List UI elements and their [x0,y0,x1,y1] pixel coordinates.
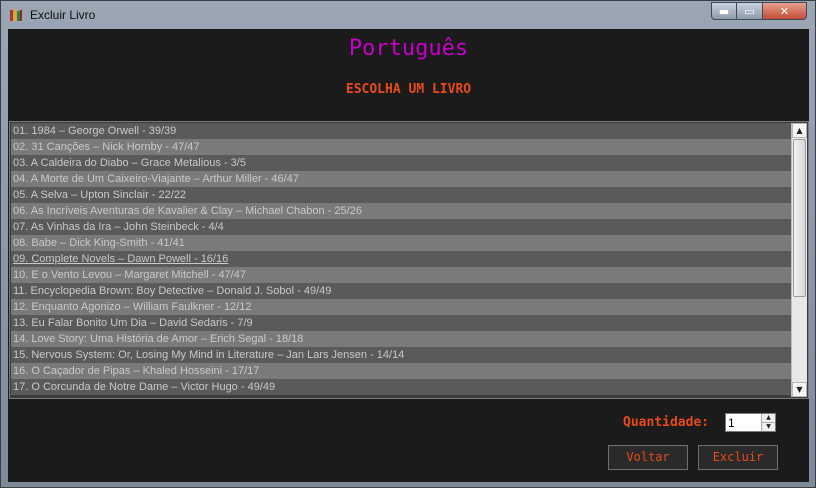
spin-up-arrow-icon[interactable]: ▲ [761,414,775,422]
minimize-button[interactable]: ▬ [711,2,737,20]
content-area: Português ESCOLHA UM LIVRO 01. 1984 – Ge… [8,29,809,482]
book-list-item-label: 09. Complete Novels – Dawn Powell - 16/1… [13,253,229,265]
book-list-item[interactable]: 02. 31 Canções – Nick Hornby - 47/47 [11,139,791,155]
page-subtitle: ESCOLHA UM LIVRO [345,82,472,97]
book-list[interactable]: 01. 1984 – George Orwell - 39/39 02. 31 C… [9,121,809,399]
book-list-item[interactable]: 07. As Vinhas da Ira – John Steinbeck - … [11,219,791,235]
window-controls: ▬ ▭ ✕ [711,2,807,21]
spin-down-arrow-icon[interactable]: ▼ [761,422,775,431]
scrollbar-thumb[interactable] [793,139,806,297]
book-list-item[interactable]: 05. A Selva – Upton Sinclair - 22/22 [11,187,791,203]
quantity-label: Quantidade: [623,415,710,430]
book-list-item-label: 11. Encyclopedia Brown: Boy Detective – … [13,285,332,297]
book-list-item[interactable]: 03. A Caldeira do Diabo – Grace Metaliou… [11,155,791,171]
maximize-button[interactable]: ▭ [737,2,763,20]
book-list-item-label: 06. As Incríveis Aventuras de Kavalier &… [13,205,362,217]
book-list-item-label: 05. A Selva – Upton Sinclair - 22/22 [13,189,187,201]
book-list-item-label: 03. A Caldeira do Diabo – Grace Metaliou… [13,157,246,169]
book-list-item[interactable]: 06. As Incríveis Aventuras de Kavalier &… [11,203,791,219]
close-button[interactable]: ✕ [763,2,807,20]
book-list-item[interactable]: 16. O Caçador de Pipas – Khaled Hosseini… [11,363,791,379]
book-list-item-label: 12. Enquanto Agonizo – William Faulkner … [13,301,252,313]
book-list-item[interactable]: 11. Encyclopedia Brown: Boy Detective – … [11,283,791,299]
book-list-item-label: 04. A Morte de Um Caixeiro-Viajante – Ar… [13,173,299,185]
page-title: Português [348,36,469,61]
book-list-item[interactable]: 04. A Morte de Um Caixeiro-Viajante – Ar… [11,171,791,187]
close-icon: ✕ [779,4,790,18]
minimize-icon: ▬ [718,4,730,18]
book-list-item-label: 13. Eu Falar Bonito Um Dia – David Sedar… [13,317,253,329]
quantity-input[interactable] [726,414,762,431]
book-list-item-label: 17. O Corcunda de Notre Dame – Victor Hu… [13,381,276,393]
book-list-item-label: 15. Nervous System: Or, Losing My Mind i… [13,349,405,361]
delete-button[interactable]: Excluir [698,445,778,470]
books-app-icon [10,9,22,21]
scroll-down-arrow-icon[interactable]: ▼ [792,382,807,397]
book-list-item[interactable]: 17. O Corcunda de Notre Dame – Victor Hu… [11,379,791,395]
book-list-item-label: 10. E o Vento Levou – Margaret Mitchell … [13,269,246,281]
window-title: Excluir Livro [30,8,96,22]
book-list-item[interactable]: 10. E o Vento Levou – Margaret Mitchell … [11,267,791,283]
vertical-scrollbar[interactable]: ▲ ▼ [791,123,807,397]
book-list-item[interactable]: 15. Nervous System: Or, Losing My Mind i… [11,347,791,363]
book-list-item[interactable]: 13. Eu Falar Bonito Um Dia – David Sedar… [11,315,791,331]
book-list-item[interactable]: 14. Love Story: Uma História de Amor – E… [11,331,791,347]
scroll-up-arrow-icon[interactable]: ▲ [792,123,807,138]
book-list-item-label: 02. 31 Canções – Nick Hornby - 47/47 [13,141,200,153]
book-list-item-label: 08. Babe – Dick King-Smith - 41/41 [13,237,185,249]
excluir-livro-window: Excluir Livro ▬ ▭ ✕ Português ESCOLHA UM… [0,0,816,488]
book-list-item[interactable]: 09. Complete Novels – Dawn Powell - 16/1… [11,251,791,267]
quantity-stepper[interactable]: ▲ ▼ [725,413,776,432]
book-list-rows: 01. 1984 – George Orwell - 39/39 02. 31 C… [11,123,791,395]
book-list-item[interactable]: 01. 1984 – George Orwell - 39/39 [11,123,791,139]
maximize-icon: ▭ [744,4,755,18]
title-bar[interactable]: Excluir Livro ▬ ▭ ✕ [1,1,815,29]
book-list-item[interactable]: 08. Babe – Dick King-Smith - 41/41 [11,235,791,251]
book-list-item-label: 14. Love Story: Uma História de Amor – E… [13,333,304,345]
book-list-item-label: 16. O Caçador de Pipas – Khaled Hosseini… [13,365,260,377]
book-list-item-label: 01. 1984 – George Orwell - 39/39 [13,125,177,137]
book-list-item-label: 07. As Vinhas da Ira – John Steinbeck - … [13,221,224,233]
back-button[interactable]: Voltar [608,445,688,470]
book-list-item[interactable]: 12. Enquanto Agonizo – William Faulkner … [11,299,791,315]
